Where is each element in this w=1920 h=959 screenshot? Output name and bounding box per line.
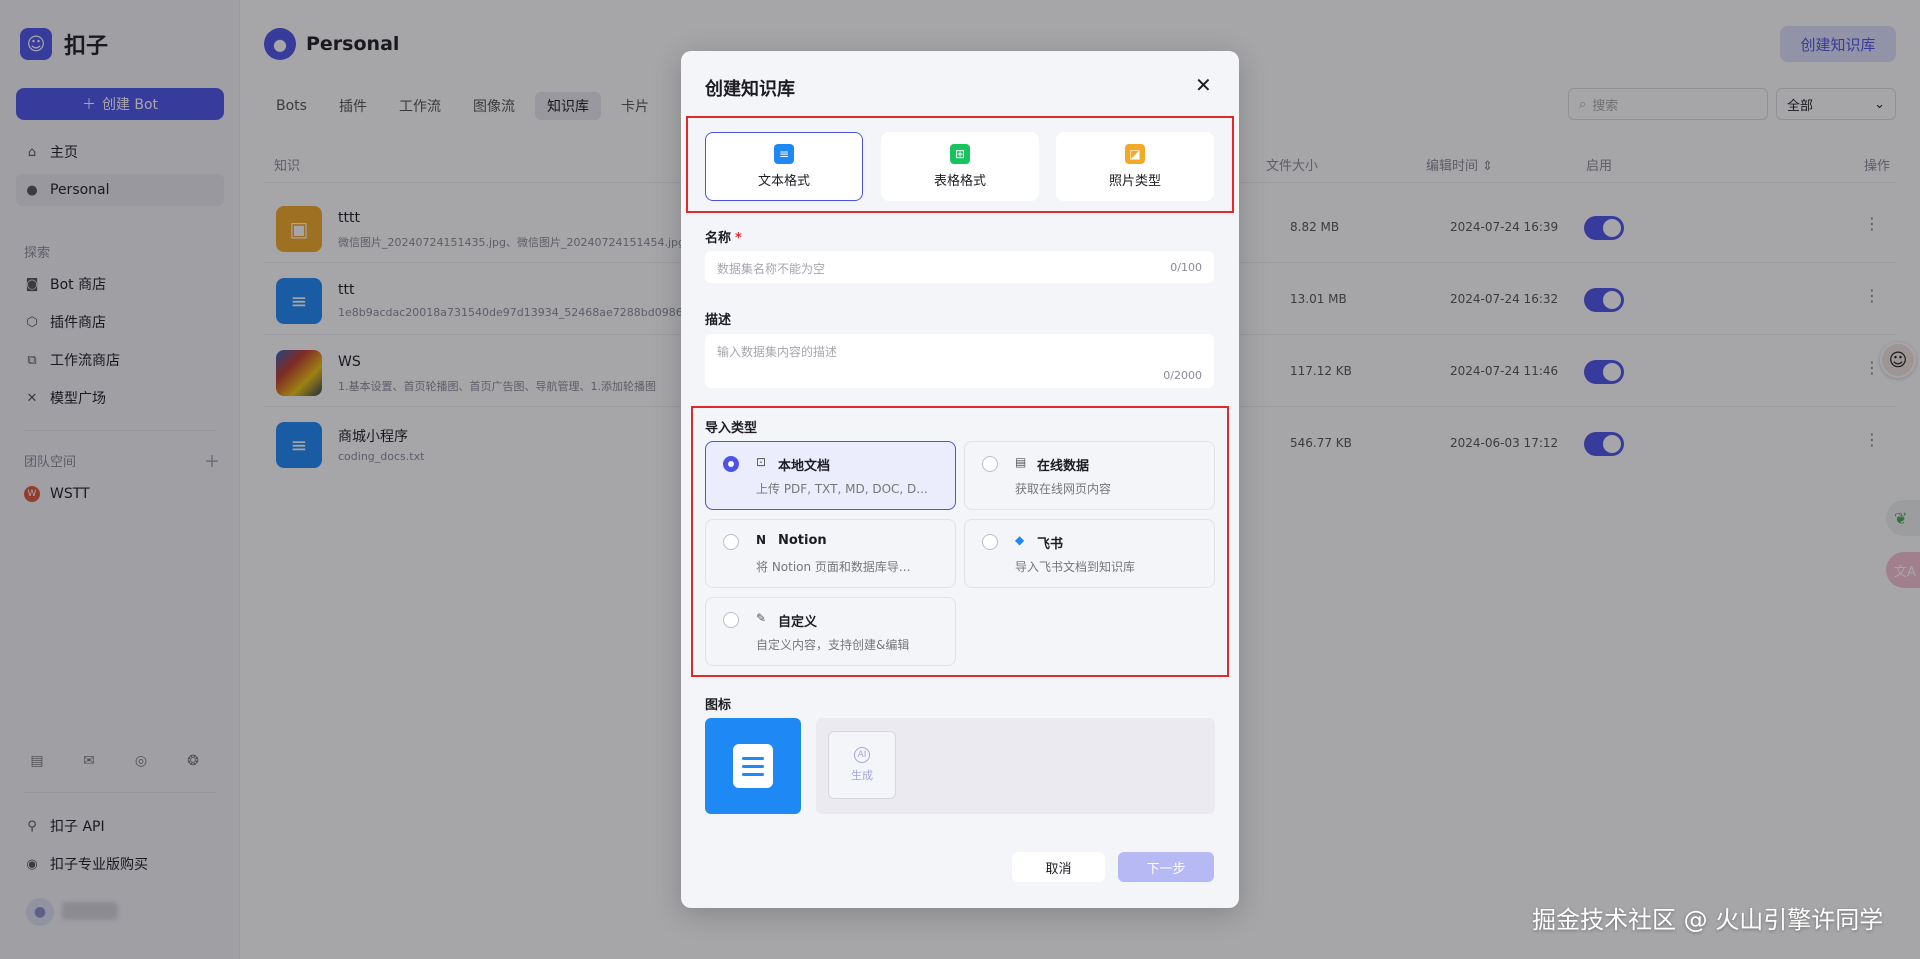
radio[interactable] [982,456,998,472]
name-counter: 0/100 [1170,261,1202,274]
text-doc-icon: ≡ [774,144,794,164]
ai-icon: AI [854,747,870,763]
create-knowledge-base-dialog: 创建知识库 ✕ ≡ 文本格式 ⊞ 表格格式 ◪ 照片类型 名称 * 数据集名称不能… [681,51,1239,908]
import-online-data[interactable]: ▤ 在线数据 获取在线网页内容 [964,441,1215,510]
format-label: 表格格式 [933,174,986,189]
format-image-card[interactable]: ◪ 照片类型 [1056,132,1214,201]
import-desc: 上传 PDF, TXT, MD, DOC, D... [756,482,928,496]
icon-field-label: 图标 [705,698,732,713]
format-label: 照片类型 [1108,174,1161,189]
radio-selected[interactable] [723,456,739,472]
format-text-card[interactable]: ≡ 文本格式 [705,132,863,201]
desc-counter: 0/2000 [1163,369,1202,382]
radio[interactable] [723,612,739,628]
radio[interactable] [982,534,998,550]
table-icon: ⊞ [950,144,970,164]
ai-generate-icon-button[interactable]: AI 生成 [828,731,896,799]
format-label: 文本格式 [757,174,810,189]
notion-icon: N [756,533,767,547]
import-desc: 将 Notion 页面和数据库导... [756,560,911,574]
feishu-icon: ◆ [1015,533,1025,547]
name-field-label: 名称 * [705,231,742,246]
description-textarea[interactable]: 输入数据集内容的描述 0/2000 [705,334,1214,388]
import-title: Notion [778,533,827,548]
custom-edit-icon: ✎ [756,611,767,625]
text-doc-icon [733,744,773,788]
import-title: 本地文档 [778,459,831,474]
radio[interactable] [723,534,739,550]
web-data-icon: ▤ [1015,455,1027,469]
import-desc: 获取在线网页内容 [1015,482,1112,496]
import-local-doc[interactable]: ⊡ 本地文档 上传 PDF, TXT, MD, DOC, D... [705,441,956,510]
cancel-button[interactable]: 取消 [1012,852,1105,882]
upload-folder-icon: ⊡ [756,455,767,469]
close-icon[interactable]: ✕ [1195,73,1212,97]
format-table-card[interactable]: ⊞ 表格格式 [881,132,1039,201]
import-title: 自定义 [778,615,818,630]
next-step-button[interactable]: 下一步 [1118,852,1214,882]
watermark: 掘金技术社区 @ 火山引擎许同学 [1532,906,1884,934]
import-custom[interactable]: ✎ 自定义 自定义内容，支持创建&编辑 [705,597,956,666]
import-feishu[interactable]: ◆ 飞书 导入飞书文档到知识库 [964,519,1215,588]
import-title: 在线数据 [1037,459,1090,474]
desc-field-label: 描述 [705,313,732,328]
image-icon: ◪ [1125,144,1145,164]
selected-kb-icon[interactable] [705,718,801,814]
import-title: 飞书 [1037,537,1064,552]
name-input[interactable]: 数据集名称不能为空 0/100 [705,251,1214,283]
import-desc: 导入飞书文档到知识库 [1015,560,1136,574]
dialog-title: 创建知识库 [705,79,795,100]
generate-label: 生成 [851,769,873,782]
name-placeholder: 数据集名称不能为空 [717,262,826,276]
import-desc: 自定义内容，支持创建&编辑 [756,638,910,652]
import-notion[interactable]: N Notion 将 Notion 页面和数据库导... [705,519,956,588]
import-type-label: 导入类型 [705,421,758,436]
desc-placeholder: 输入数据集内容的描述 [717,345,838,359]
